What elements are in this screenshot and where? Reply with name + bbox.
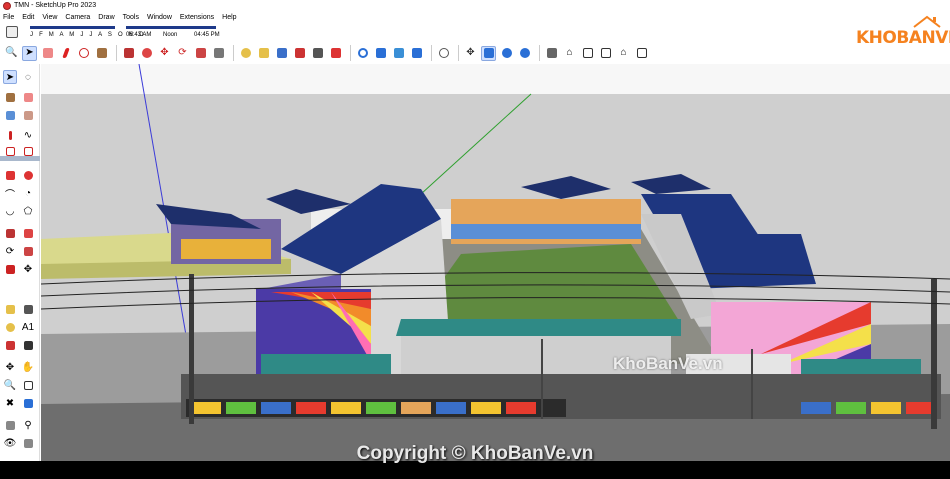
model-viewport[interactable]: KhoBanVe.vn (41, 64, 950, 461)
top-view-icon[interactable] (544, 46, 559, 61)
menu-file[interactable]: File (3, 14, 14, 21)
menu-view[interactable]: View (42, 14, 57, 21)
pencil-icon[interactable] (58, 46, 73, 61)
sketchup-app-icon (3, 1, 11, 10)
scale-icon[interactable] (193, 46, 208, 61)
menu-bar: File Edit View Camera Draw Tools Window … (0, 11, 950, 23)
orbit-tool-icon[interactable]: ✥ (3, 360, 17, 374)
search-icon[interactable]: 🔍 (4, 46, 19, 61)
offset-tool-icon[interactable] (3, 262, 17, 276)
copyright-text: Copyright © KhoBanVe.vn (356, 443, 594, 464)
eraser-icon[interactable] (40, 46, 55, 61)
two-point-arc-icon[interactable]: ◡ (3, 204, 17, 218)
left-view-icon[interactable]: ⌂ (616, 46, 631, 61)
position-camera-icon[interactable] (499, 46, 514, 61)
dimension-tool-icon[interactable] (21, 302, 35, 316)
protractor-tool-icon[interactable] (3, 320, 17, 334)
zoom-extents-icon[interactable] (409, 46, 424, 61)
logo-house-icon (913, 15, 941, 28)
model-render[interactable] (41, 64, 950, 461)
polygon-icon[interactable]: ⬠ (21, 204, 35, 218)
paint-tool-icon[interactable] (3, 90, 17, 104)
follow-me-icon[interactable] (139, 46, 154, 61)
push-pull-icon[interactable] (121, 46, 136, 61)
freehand-tool-icon[interactable]: ∿ (21, 128, 35, 142)
move-icon[interactable]: ✥ (157, 46, 172, 61)
orbit-icon[interactable] (355, 46, 370, 61)
zoom-window-icon[interactable] (21, 378, 35, 392)
select-tool-icon[interactable]: ➤ (3, 70, 17, 84)
paint-bucket-icon[interactable] (94, 46, 109, 61)
walk-icon[interactable]: ✥ (463, 46, 478, 61)
follow-me-tool-icon[interactable] (21, 226, 35, 240)
axes-tool-icon[interactable] (3, 338, 17, 352)
look-around-icon[interactable] (481, 45, 496, 61)
text-tool-icon[interactable]: A1 (21, 320, 35, 334)
menu-edit[interactable]: Edit (22, 14, 34, 21)
dimension-icon[interactable] (310, 46, 325, 61)
window-title: TMN - SketchUp Pro 2023 (14, 2, 97, 9)
pan-icon[interactable] (373, 46, 388, 61)
tag-tool-icon[interactable] (21, 108, 35, 122)
rotate-icon[interactable]: ⟳ (175, 46, 190, 61)
scale-tool-icon[interactable] (21, 244, 35, 258)
arc-icon[interactable]: ⌒ (3, 186, 17, 201)
3d-text-icon[interactable] (328, 46, 343, 61)
zoom-extents-tool-icon[interactable]: ✖ (3, 396, 17, 410)
axes-icon[interactable] (292, 46, 307, 61)
move-tool-icon[interactable]: ✥ (21, 262, 35, 276)
date-slider[interactable] (30, 26, 115, 29)
rotate-tool-icon[interactable]: ⟳ (3, 244, 17, 258)
time-slider[interactable] (126, 26, 216, 29)
tray-divider (0, 156, 40, 161)
3d-text-tool-icon[interactable] (21, 338, 35, 352)
menu-camera[interactable]: Camera (65, 14, 90, 21)
eraser-tool-icon[interactable] (21, 90, 35, 104)
circle-icon[interactable] (21, 168, 35, 182)
pie-icon[interactable]: ◔ (21, 186, 35, 200)
khobanve-logo: KHOBANVE (850, 14, 950, 56)
protractor-icon[interactable] (256, 46, 271, 61)
front-view-icon[interactable]: ⌂ (562, 46, 577, 61)
time-start-label: 06:43 AM (126, 32, 152, 38)
tape-measure-icon[interactable] (238, 46, 253, 61)
tape-measure-tool-icon[interactable] (3, 302, 17, 316)
offset-icon[interactable] (211, 46, 226, 61)
component-tool-icon[interactable] (3, 108, 17, 122)
line-tool-icon[interactable] (3, 128, 17, 142)
shadows-toolbar: J F M A M J J A S O N D 06:43 AM Noon 04… (0, 23, 220, 42)
text-icon[interactable] (274, 46, 289, 61)
time-end-label: 04:45 PM (194, 32, 220, 38)
shape-icon[interactable] (76, 46, 91, 61)
walk-tool-icon[interactable]: ⚲ (21, 418, 35, 432)
menu-draw[interactable]: Draw (98, 14, 114, 21)
pan-tool-icon[interactable]: ✋ (21, 360, 35, 374)
rectangle-icon[interactable] (3, 168, 17, 182)
title-bar: TMN - SketchUp Pro 2023 (0, 0, 950, 11)
iso-view-icon[interactable] (517, 46, 532, 61)
menu-help[interactable]: Help (222, 14, 236, 21)
zoom-icon[interactable] (391, 46, 406, 61)
watermark-text: KhoBanVe.vn (613, 354, 723, 373)
left-toolbar: ➤ ◌ ∿ ⌒ ◔ ◡ ⬠ ⟳ ✥ A1 ✥ ✋ 🔍 ✖ ⚲ 👁 (0, 64, 40, 461)
lasso-tool-icon[interactable]: ◌ (21, 70, 35, 84)
back-view-icon[interactable] (598, 46, 613, 61)
menu-tools[interactable]: Tools (123, 14, 139, 21)
position-camera-tool-icon[interactable] (3, 418, 17, 432)
shadows-toggle-icon[interactable] (6, 26, 18, 38)
menu-window[interactable]: Window (147, 14, 172, 21)
user-icon[interactable] (436, 46, 451, 61)
menu-extensions[interactable]: Extensions (180, 14, 214, 21)
noon-label: Noon (163, 32, 178, 38)
logo-text: KHOBANVE (856, 28, 950, 48)
push-pull-tool-icon[interactable] (3, 226, 17, 240)
select-arrow-icon[interactable]: ➤ (22, 45, 37, 61)
zoom-tool-icon[interactable]: 🔍 (3, 378, 17, 392)
section-view-icon[interactable] (634, 46, 649, 61)
main-toolbar: 🔍 ➤ ✥ ⟳ ✥ ⌂ ⌂ (0, 42, 950, 64)
right-view-icon[interactable] (580, 46, 595, 61)
previous-view-icon[interactable] (21, 396, 35, 410)
